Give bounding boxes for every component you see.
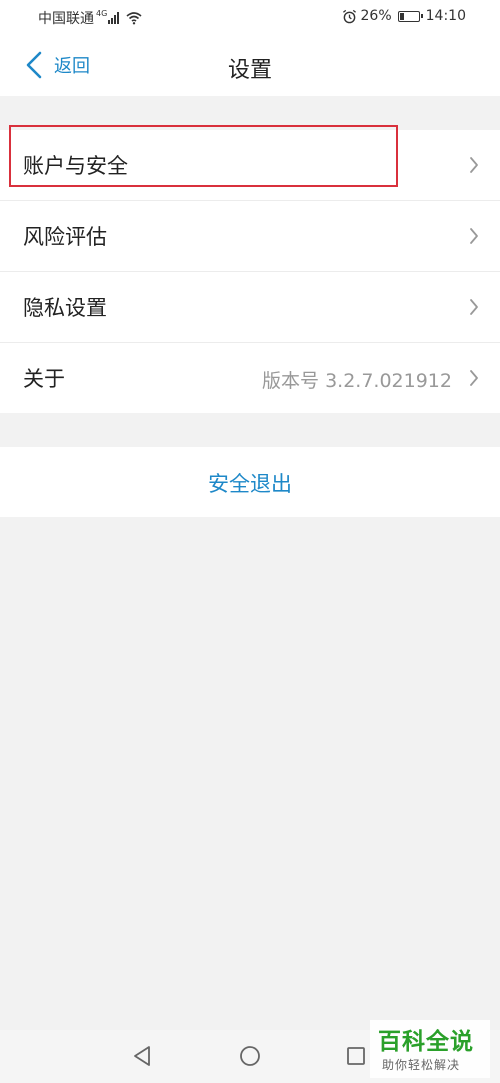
settings-item-label: 隐私设置 [23, 296, 107, 320]
settings-item-about[interactable]: 关于 版本号 3.2.7.021912 [0, 343, 500, 413]
settings-item-privacy[interactable]: 隐私设置 [0, 272, 500, 343]
status-bar: 中国联通 4G 26% 14:10 [0, 0, 500, 34]
battery-percent: 26% [360, 8, 392, 24]
watermark: 百科全说 助你轻松解决 [370, 1020, 490, 1078]
settings-item-label: 关于 [23, 367, 65, 391]
settings-item-risk-assessment[interactable]: 风险评估 [0, 201, 500, 272]
nav-bar: 返回 设置 [0, 34, 500, 96]
settings-item-account-security[interactable]: 账户与安全 [0, 125, 500, 201]
settings-item-label: 风险评估 [23, 225, 107, 249]
battery-icon [397, 10, 423, 22]
clock-time: 14:10 [425, 8, 466, 24]
carrier-name: 中国联通 [38, 11, 94, 27]
version-number: 版本号 3.2.7.021912 [262, 370, 452, 392]
chevron-right-icon [470, 370, 478, 386]
network-type: 4G [96, 8, 108, 18]
logout-label: 安全退出 [208, 472, 292, 496]
home-circle-icon[interactable] [239, 1045, 261, 1067]
logout-button[interactable]: 安全退出 [0, 447, 500, 517]
chevron-right-icon [470, 157, 478, 173]
status-right: 26% 14:10 [342, 8, 466, 24]
settings-list: 账户与安全 风险评估 隐私设置 关于 版本号 3.2.7.021912 [0, 125, 500, 413]
page-title: 设置 [227, 58, 272, 83]
alarm-icon [342, 9, 356, 23]
watermark-title: 百科全说 [378, 1029, 474, 1055]
signal-icon [108, 12, 120, 24]
back-triangle-icon[interactable] [131, 1045, 153, 1067]
watermark-subtitle: 助你轻松解决 [382, 1058, 461, 1072]
settings-item-label: 账户与安全 [23, 154, 128, 178]
status-left: 中国联通 4G [38, 8, 142, 28]
chevron-right-icon [470, 228, 478, 244]
chevron-right-icon [470, 299, 478, 315]
recents-square-icon[interactable] [345, 1045, 367, 1067]
wifi-icon [126, 12, 142, 25]
battery-fill [399, 12, 404, 20]
